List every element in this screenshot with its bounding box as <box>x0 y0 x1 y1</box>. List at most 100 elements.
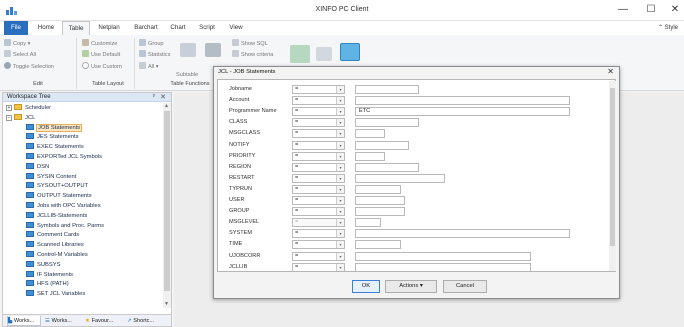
dropdown-arrow-icon[interactable]: ▾ <box>336 219 344 227</box>
analysis-icon[interactable] <box>290 45 310 63</box>
tree-item[interactable]: JOB Statements <box>26 123 83 132</box>
subtable-icon[interactable] <box>180 43 196 57</box>
operator-select[interactable]: = ▾ <box>292 240 345 250</box>
tree-item[interactable]: IF Statements <box>26 270 73 279</box>
tree-item[interactable]: SUBSYS <box>26 260 61 269</box>
dropdown-arrow-icon[interactable]: ▾ <box>336 141 344 149</box>
actions-button[interactable]: Actions ▾ <box>385 280 437 293</box>
value-input[interactable] <box>355 240 401 250</box>
value-input[interactable] <box>355 118 419 128</box>
tab-netplan[interactable]: Netplan <box>92 21 126 35</box>
dropdown-arrow-icon[interactable]: ▾ <box>336 185 344 193</box>
operator-select[interactable]: = ▾ <box>292 218 345 228</box>
operator-select[interactable]: = ▾ <box>292 262 345 271</box>
dropdown-arrow-icon[interactable]: ▾ <box>336 241 344 249</box>
dropdown-arrow-icon[interactable]: ▾ <box>336 108 344 116</box>
dropdown-arrow-icon[interactable]: ▾ <box>336 208 344 216</box>
operator-select[interactable]: = ▾ <box>292 129 345 139</box>
operator-select[interactable]: = ▾ <box>292 184 345 194</box>
dropdown-arrow-icon[interactable]: ▾ <box>336 163 344 171</box>
subtable-button[interactable]: Subtable <box>176 71 198 80</box>
all-button[interactable]: All ▾ <box>139 62 159 71</box>
dropdown-arrow-icon[interactable]: ▾ <box>336 174 344 182</box>
tree-item[interactable]: EXEC Statements <box>26 143 84 151</box>
operator-select[interactable]: = ▾ <box>292 251 345 261</box>
tree-item[interactable]: SET JCL Variables <box>26 290 85 298</box>
operator-select[interactable]: = ▾ <box>292 151 345 161</box>
value-input[interactable] <box>355 173 445 183</box>
tab-chart[interactable]: Chart <box>166 21 190 35</box>
tree-item[interactable]: JCLLIB-Statements <box>26 211 87 220</box>
value-input[interactable]: ETC <box>355 107 570 117</box>
maximize-button[interactable]: ☐ <box>645 4 657 16</box>
globe-icon[interactable] <box>340 43 360 61</box>
tree-item[interactable]: Jobs with OPC Variables <box>26 202 101 210</box>
value-input[interactable] <box>355 251 531 261</box>
dropdown-arrow-icon[interactable]: ▾ <box>336 86 344 93</box>
select-all-button[interactable]: Select All <box>4 50 36 59</box>
tab-shortcuts[interactable]: ↗ Shortc... <box>127 316 169 326</box>
scroll-down-icon[interactable]: ▼ <box>164 301 169 307</box>
show-sql-button[interactable]: Show SQL <box>232 39 268 48</box>
use-default-button[interactable]: Use Default <box>82 50 120 59</box>
operator-select[interactable]: = ▾ <box>292 229 345 239</box>
tab-barchart[interactable]: Barchart <box>128 21 164 35</box>
customize-button[interactable]: Customize <box>82 39 117 48</box>
tab-favourites[interactable]: ★ Favour... <box>85 316 125 326</box>
operator-select[interactable]: = ▾ <box>292 107 345 117</box>
value-input[interactable] <box>355 140 409 150</box>
close-button[interactable]: ✕ <box>669 4 681 16</box>
style-button[interactable]: ⌃ Style <box>658 24 678 31</box>
dropdown-arrow-icon[interactable]: ▾ <box>336 130 344 138</box>
form-scrollbar-thumb[interactable] <box>610 88 615 246</box>
collapse-icon[interactable]: − <box>6 114 12 121</box>
ok-button[interactable]: OK <box>352 280 380 293</box>
tree-item[interactable]: − JCL <box>6 113 35 122</box>
statistics-button[interactable]: Statistics <box>139 50 170 59</box>
tree-item[interactable]: Control-M Variables <box>26 251 88 259</box>
toggle-selection-button[interactable]: Toggle Selection <box>4 62 54 71</box>
minimize-button[interactable]: — <box>617 4 629 16</box>
tree-item[interactable]: DSN <box>26 162 49 171</box>
dropdown-arrow-icon[interactable]: ▾ <box>336 152 344 160</box>
cancel-button[interactable]: Cancel <box>443 280 487 293</box>
dropdown-arrow-icon[interactable]: ▾ <box>336 119 344 127</box>
value-input[interactable] <box>355 218 381 228</box>
tree-item[interactable]: JES Statements <box>26 133 79 141</box>
tree-item[interactable]: Scanned Libraries <box>26 241 84 249</box>
value-input[interactable] <box>355 184 401 194</box>
operator-select[interactable]: = ▾ <box>292 96 345 106</box>
operator-select[interactable]: = ▾ <box>292 196 345 205</box>
tab-script[interactable]: Script <box>193 21 221 35</box>
operator-select[interactable]: = ▾ <box>292 118 345 128</box>
dropdown-arrow-icon[interactable]: ▾ <box>336 263 344 271</box>
camera-icon[interactable] <box>316 47 332 61</box>
tab-workspace-2[interactable]: ☰ Works... <box>45 316 81 326</box>
tree-scrollbar-thumb[interactable] <box>164 111 170 291</box>
operator-select[interactable]: = ▾ <box>292 140 345 150</box>
value-input[interactable] <box>355 129 385 139</box>
tree-item[interactable]: SYSIN Content <box>26 172 76 181</box>
tab-view[interactable]: View <box>224 21 248 35</box>
tree-item[interactable]: EXPORTed JCL Symbols <box>26 153 102 161</box>
scroll-up-icon[interactable]: ▲ <box>164 103 169 109</box>
expand-icon[interactable]: + <box>6 105 12 111</box>
group-button[interactable]: Group <box>139 39 164 48</box>
value-input[interactable] <box>355 196 405 205</box>
operator-select[interactable]: = ▾ <box>292 85 345 94</box>
value-input[interactable] <box>355 207 405 217</box>
copy-button[interactable]: Copy ▾ <box>4 39 30 48</box>
tree-item[interactable]: Comment Cards <box>26 231 79 239</box>
value-input[interactable] <box>355 262 531 271</box>
tree-item[interactable]: OUTPUT Statements <box>26 192 92 200</box>
tab-file[interactable]: File <box>4 21 28 35</box>
pin-icon[interactable]: ᵖ <box>153 94 155 100</box>
show-criteria-button[interactable]: Show criteria <box>232 50 273 59</box>
tab-table[interactable]: Table <box>62 21 90 35</box>
value-input[interactable] <box>355 229 570 239</box>
dropdown-arrow-icon[interactable]: ▾ <box>336 97 344 105</box>
dropdown-arrow-icon[interactable]: ▾ <box>336 252 344 260</box>
value-input[interactable] <box>355 85 419 94</box>
value-input[interactable] <box>355 96 570 106</box>
panel-close-icon[interactable]: ✕ <box>160 93 166 101</box>
